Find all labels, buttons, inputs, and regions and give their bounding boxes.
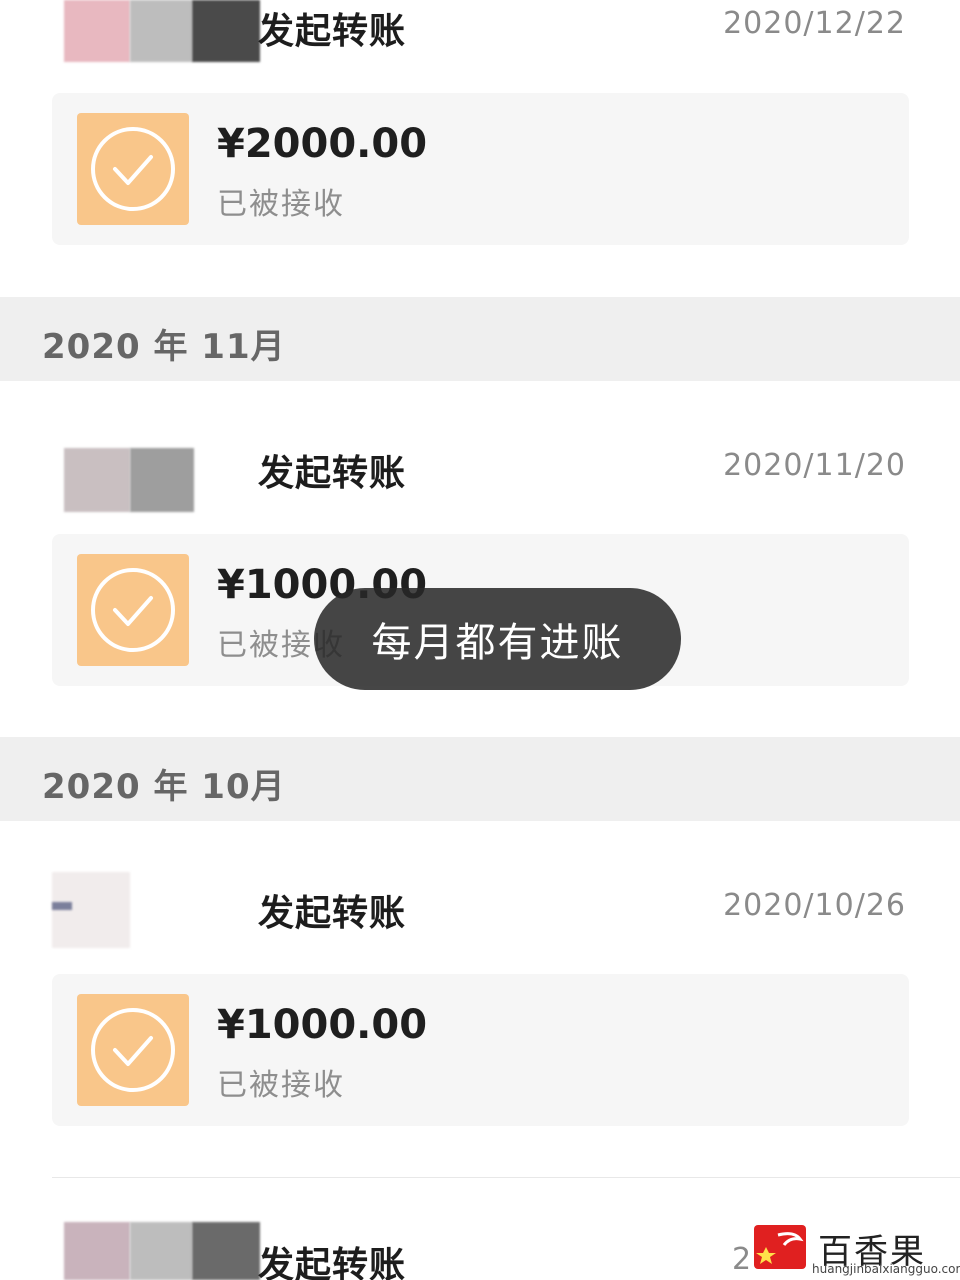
transfer-date: 2 xyxy=(732,1242,753,1277)
toast-text: 每月都有进账 xyxy=(371,620,624,666)
check-circle-icon xyxy=(77,554,189,666)
transfer-amount: ¥1000.00 xyxy=(217,1002,428,1048)
transfer-amount: ¥2000.00 xyxy=(217,121,428,167)
transfer-card[interactable]: ¥1000.00 已被接收 xyxy=(52,974,909,1126)
transfer-date: 2020/10/26 xyxy=(723,888,906,923)
avatar[interactable] xyxy=(64,448,194,512)
avatar[interactable] xyxy=(64,0,260,62)
transfer-date: 2020/12/22 xyxy=(723,6,906,41)
transfer-card[interactable]: ¥2000.00 已被接收 xyxy=(52,93,909,245)
check-circle-icon xyxy=(77,994,189,1106)
month-label: 2020 年 11月 xyxy=(42,327,286,367)
toast: 每月都有进账 xyxy=(314,588,681,690)
transfer-status: 已被接收 xyxy=(217,187,345,222)
transfer-title: 发起转账 xyxy=(258,1245,407,1280)
avatar[interactable] xyxy=(52,872,130,948)
transfer-title: 发起转账 xyxy=(258,453,407,494)
check-circle-icon xyxy=(77,113,189,225)
watermark-url: huangjinbaixiangguo.com xyxy=(812,1262,960,1276)
month-label: 2020 年 10月 xyxy=(42,767,286,807)
divider xyxy=(52,1177,960,1178)
transfer-title: 发起转账 xyxy=(258,11,407,52)
avatar[interactable] xyxy=(64,1222,260,1280)
month-header: 2020 年 11月 xyxy=(0,297,960,381)
transfer-date: 2020/11/20 xyxy=(723,448,906,483)
transfer-status: 已被接收 xyxy=(217,1068,345,1103)
transfer-title: 发起转账 xyxy=(258,893,407,934)
brand-logo-icon xyxy=(754,1225,806,1269)
month-header: 2020 年 10月 xyxy=(0,737,960,821)
